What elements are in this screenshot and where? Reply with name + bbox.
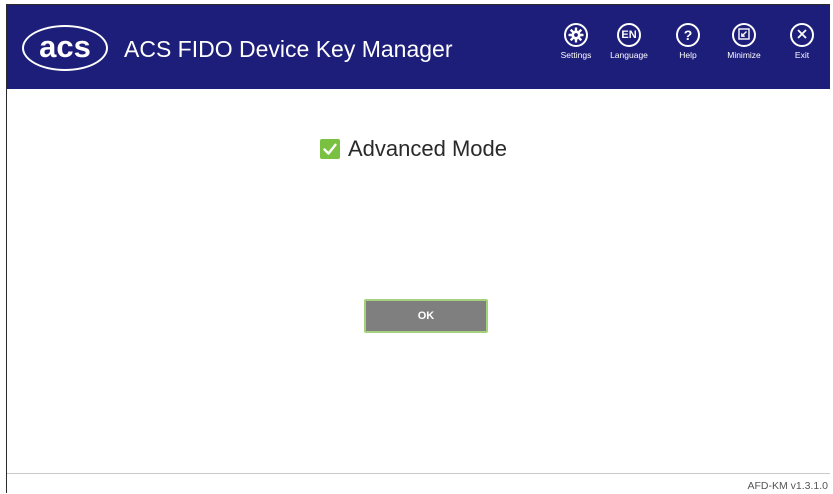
ok-button[interactable]: OK [364, 299, 488, 333]
app-window: acs ACS FIDO Device Key Manager Settings… [6, 4, 830, 493]
app-title: ACS FIDO Device Key Manager [124, 36, 453, 62]
checkmark-icon [320, 139, 340, 159]
version-label: AFD-KM v1.3.1.0 [747, 480, 828, 492]
minimize-icon [732, 23, 756, 47]
language-button[interactable]: EN Language [607, 23, 651, 75]
help-label: Help [679, 50, 697, 60]
language-en-icon: EN [617, 23, 641, 47]
exit-button[interactable]: Exit [787, 23, 817, 75]
language-label: Language [610, 50, 648, 60]
help-button[interactable]: ? Help [673, 23, 703, 75]
gear-icon [564, 23, 588, 47]
acs-logo: acs [22, 25, 108, 71]
main-content: Advanced Mode OK [7, 89, 830, 473]
app-header: acs ACS FIDO Device Key Manager Settings… [7, 5, 830, 89]
minimize-button[interactable]: Minimize [723, 23, 765, 75]
settings-button[interactable]: Settings [556, 23, 596, 75]
close-icon [790, 23, 814, 47]
settings-label: Settings [560, 50, 592, 60]
minimize-label: Minimize [727, 50, 761, 60]
advanced-mode-label: Advanced Mode [348, 136, 507, 161]
question-mark-icon: ? [676, 23, 700, 47]
footer-divider [7, 473, 830, 474]
exit-label: Exit [794, 50, 810, 60]
